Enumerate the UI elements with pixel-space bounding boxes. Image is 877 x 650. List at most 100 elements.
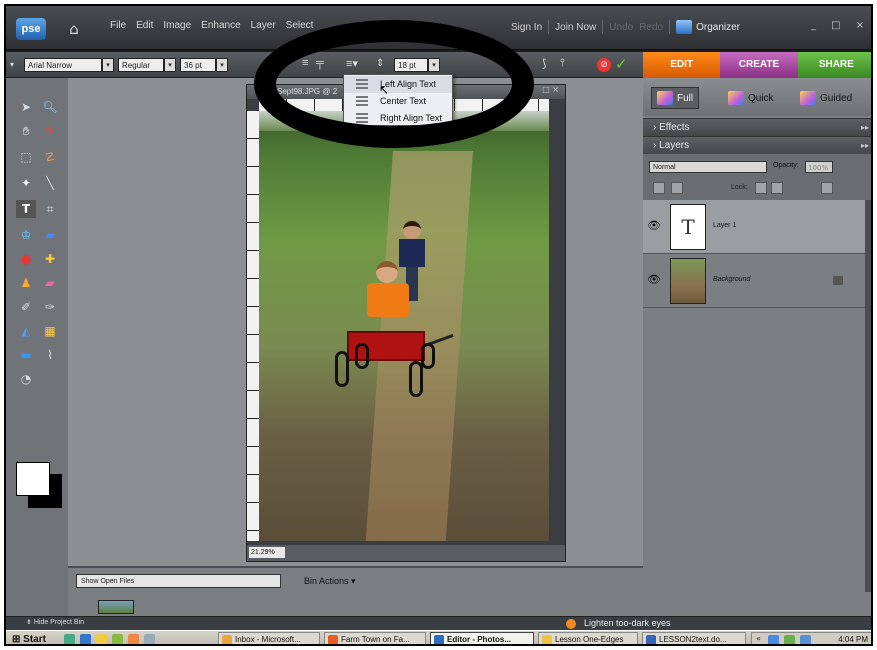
redo-button[interactable]: Redo — [639, 22, 663, 33]
menu-enhance[interactable]: Enhance — [201, 20, 240, 31]
foreground-color-swatch[interactable] — [16, 462, 50, 496]
selection-brush-icon[interactable]: ╲ — [40, 174, 60, 192]
organizer-button[interactable]: Organizer — [676, 20, 740, 34]
crop-tool-icon[interactable]: ⌗ — [40, 200, 60, 218]
opacity-field[interactable]: 100% — [805, 161, 833, 173]
folder-icon[interactable] — [96, 634, 107, 644]
menu-image[interactable]: Image — [163, 20, 191, 31]
font-family-field[interactable]: Arial Narrow — [24, 58, 102, 72]
eraser-tool-icon[interactable]: ▰ — [40, 274, 60, 292]
effects-section-header[interactable]: › Effects ▸▸ — [643, 118, 871, 137]
ie-icon[interactable] — [80, 634, 91, 644]
smart-brush-icon[interactable]: ✑ — [40, 298, 60, 316]
brush-tool-icon[interactable]: ✐ — [16, 298, 36, 316]
layer-row-layer-1[interactable]: 👁︎ T Layer 1 — [643, 200, 865, 254]
home-icon[interactable]: ⌂ — [61, 18, 87, 40]
menu-file[interactable]: File — [110, 20, 126, 31]
new-layer-icon[interactable] — [653, 182, 665, 194]
straighten-tool-icon[interactable]: ▰ — [40, 226, 60, 244]
task-editor[interactable]: Editor - Photos... — [430, 632, 534, 644]
font-family-dropdown[interactable]: ▾ — [102, 58, 114, 72]
mode-quick-button[interactable]: Quick — [723, 87, 779, 109]
font-style-dropdown[interactable]: ▾ — [164, 58, 176, 72]
firefox-icon[interactable] — [128, 634, 139, 644]
bin-actions-menu[interactable]: Bin Actions ▾ — [304, 576, 356, 587]
tab-create[interactable]: CREATE — [720, 52, 798, 78]
cancel-edit-icon[interactable]: ⊘ — [597, 58, 611, 72]
paint-bucket-icon[interactable]: ◭ — [16, 322, 36, 340]
marquee-tool-icon[interactable]: ⬚ — [16, 148, 36, 166]
window-controls[interactable]: _ □ × — [811, 20, 870, 31]
commit-check-icon[interactable]: ✓ — [615, 55, 628, 73]
panel-menu-icon[interactable]: ▸▸ — [861, 119, 869, 137]
move-tool-icon[interactable]: ➤ — [16, 98, 36, 116]
tool-preset-icon[interactable]: ▾ — [10, 60, 14, 69]
menu-edit[interactable]: Edit — [136, 20, 153, 31]
layers-scrollbar[interactable] — [865, 200, 871, 592]
menu-item-right-align[interactable]: Right Align Text — [344, 110, 452, 127]
lock-transparency-icon[interactable] — [755, 182, 767, 194]
bin-files-select[interactable]: Show Open Files — [76, 574, 281, 588]
vertical-text-icon[interactable]: ╤ — [316, 57, 324, 69]
menu-item-left-align[interactable]: Left Align Text — [344, 76, 452, 93]
tab-share[interactable]: SHARE — [797, 52, 871, 78]
tab-edit[interactable]: EDIT — [643, 52, 721, 78]
font-size-field[interactable]: 36 pt — [180, 58, 216, 72]
shape-tool-icon[interactable]: ▬ — [16, 346, 36, 364]
task-inbox[interactable]: Inbox - Microsoft... — [218, 632, 320, 644]
brush-layer-icon[interactable] — [671, 182, 683, 194]
gradient-tool-icon[interactable]: ▦ — [40, 322, 60, 340]
eye-icon[interactable]: 👁︎ — [647, 273, 661, 286]
hide-project-bin-button[interactable]: ⇟ Hide Project Bin — [26, 618, 84, 626]
sign-in-link[interactable]: Sign In — [511, 22, 542, 33]
quicklaunch-icon[interactable] — [64, 634, 75, 644]
lock-icon[interactable] — [771, 182, 783, 194]
task-lesson2[interactable]: LESSON2text.do... — [642, 632, 746, 644]
bin-thumbnail[interactable] — [98, 600, 134, 614]
font-style-field[interactable]: Regular — [118, 58, 164, 72]
volume-icon[interactable] — [800, 635, 811, 644]
task-farm-town[interactable]: Farm Town on Fa... — [324, 632, 426, 644]
signal-icon[interactable] — [784, 635, 795, 644]
mode-guided-button[interactable]: Guided — [795, 87, 857, 109]
blend-mode-select[interactable]: Normal — [649, 161, 767, 173]
red-eye-icon[interactable]: ● — [16, 250, 36, 268]
magic-wand-icon[interactable]: ✦ — [16, 174, 36, 192]
hand-tool-icon[interactable]: ✋︎ — [16, 122, 36, 140]
layers-section-header[interactable]: › Layers ▸▸ — [643, 136, 871, 155]
layer-row-background[interactable]: 👁︎ Background — [643, 254, 865, 308]
mode-full-button[interactable]: Full — [651, 87, 700, 109]
menu-item-center[interactable]: Center Text — [344, 93, 452, 110]
cookie-cutter-icon[interactable]: ♔ — [16, 226, 36, 244]
join-now-link[interactable]: Join Now — [555, 22, 596, 33]
delete-layer-icon[interactable] — [821, 182, 833, 194]
desktop-icon[interactable] — [144, 634, 155, 644]
zoom-level-field[interactable]: 21.29% — [249, 547, 285, 558]
eye-icon[interactable]: 👁︎ — [647, 219, 661, 232]
start-button[interactable]: ⊞ Start — [8, 632, 58, 644]
menu-layer[interactable]: Layer — [251, 20, 276, 31]
align-text-icon[interactable]: ≡ — [302, 57, 308, 69]
tip-text[interactable]: Lighten too-dark eyes — [584, 618, 671, 628]
align-dropdown-icon[interactable]: ≡▾ — [346, 57, 358, 70]
eyedropper-icon[interactable]: ✎ — [40, 122, 60, 140]
leading-dropdown[interactable]: ▾ — [428, 58, 440, 72]
network-icon[interactable] — [768, 635, 779, 644]
leading-field[interactable]: 18 pt — [394, 58, 428, 72]
warp-text-icon[interactable]: ⟆ — [542, 57, 546, 70]
tray-expand-icon[interactable]: « — [756, 634, 761, 643]
undo-button[interactable]: Undo — [609, 22, 633, 33]
panel-menu-icon[interactable]: ▸▸ — [861, 137, 869, 155]
clone-stamp-icon[interactable]: ♟ — [16, 274, 36, 292]
menu-select[interactable]: Select — [286, 20, 314, 31]
orientation-icon[interactable]: ⫯ — [560, 57, 565, 70]
lasso-tool-icon[interactable]: ☡ — [40, 148, 60, 166]
sponge-tool-icon[interactable]: ◔ — [16, 370, 36, 388]
healing-brush-icon[interactable]: ✚ — [40, 250, 60, 268]
blur-tool-icon[interactable]: ⌇ — [40, 346, 60, 364]
type-tool-icon[interactable]: T — [16, 200, 36, 218]
document-close-icon[interactable]: □ × — [542, 85, 559, 94]
zoom-tool-icon[interactable]: 🔍︎ — [40, 98, 60, 116]
font-size-dropdown[interactable]: ▾ — [216, 58, 228, 72]
photo-canvas[interactable] — [259, 111, 549, 541]
